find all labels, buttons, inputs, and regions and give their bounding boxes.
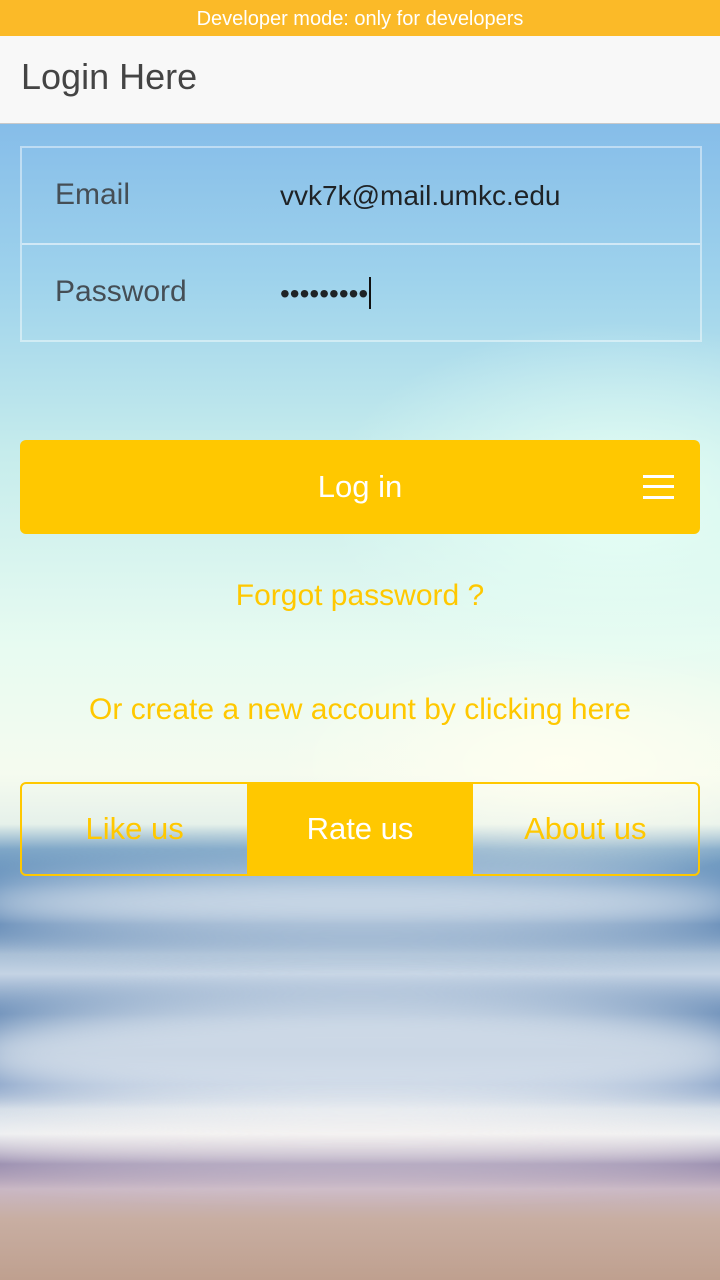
password-row[interactable]: Password ••••••••• — [22, 245, 700, 340]
login-button[interactable]: Log in — [20, 440, 700, 534]
wave-foam — [0, 869, 720, 939]
create-account-link[interactable]: Or create a new account by clicking here — [0, 693, 720, 727]
about-us-tab[interactable]: About us — [473, 784, 698, 874]
page-title: Login Here — [21, 56, 198, 97]
email-field[interactable]: vvk7k@mail.umkc.edu — [280, 180, 561, 212]
menu-icon[interactable] — [643, 475, 674, 499]
password-value: ••••••••• — [280, 278, 369, 309]
email-label: Email — [55, 178, 131, 211]
login-button-label: Log in — [317, 469, 403, 504]
like-us-tab[interactable]: Like us — [22, 784, 247, 874]
wave-foam — [0, 994, 720, 1114]
login-form: Email vvk7k@mail.umkc.edu Password •••••… — [20, 146, 702, 342]
text-cursor — [369, 277, 372, 309]
rate-us-tab[interactable]: Rate us — [247, 784, 473, 874]
screen: Developer mode: only for developers Logi… — [0, 0, 720, 1280]
wave-foam — [0, 1114, 720, 1174]
password-field[interactable]: ••••••••• — [280, 277, 372, 310]
forgot-password-link[interactable]: Forgot password ? — [0, 579, 720, 613]
password-label: Password — [55, 275, 187, 308]
email-row[interactable]: Email vvk7k@mail.umkc.edu — [22, 148, 700, 245]
developer-mode-banner: Developer mode: only for developers — [0, 0, 720, 36]
segmented-control: Like us Rate us About us — [20, 782, 700, 876]
app-header: Login Here — [0, 36, 720, 124]
